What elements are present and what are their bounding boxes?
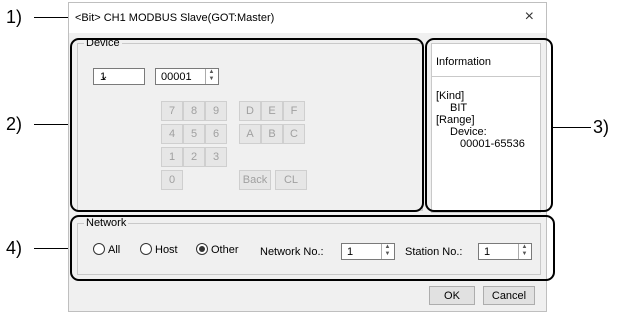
highlight-information-area xyxy=(425,38,553,212)
callout-4: 4) xyxy=(6,238,23,258)
dialog-title: <Bit> CH1 MODBUS Slave(GOT:Master) xyxy=(75,12,275,24)
callout-1-leader xyxy=(34,17,70,18)
close-icon[interactable]: × xyxy=(525,8,534,26)
callout-3: 3) xyxy=(593,117,610,137)
callout-2: 2) xyxy=(6,114,23,134)
callout-1: 1) xyxy=(6,7,23,27)
callout-4-leader xyxy=(34,248,70,249)
title-bar: <Bit> CH1 MODBUS Slave(GOT:Master) × xyxy=(69,3,546,33)
callout-2-leader xyxy=(34,124,70,125)
cancel-button[interactable]: Cancel xyxy=(483,286,535,305)
ok-button[interactable]: OK xyxy=(429,286,475,305)
callout-3-leader xyxy=(553,127,591,128)
highlight-device-area xyxy=(70,38,424,212)
highlight-network-area xyxy=(70,215,555,281)
